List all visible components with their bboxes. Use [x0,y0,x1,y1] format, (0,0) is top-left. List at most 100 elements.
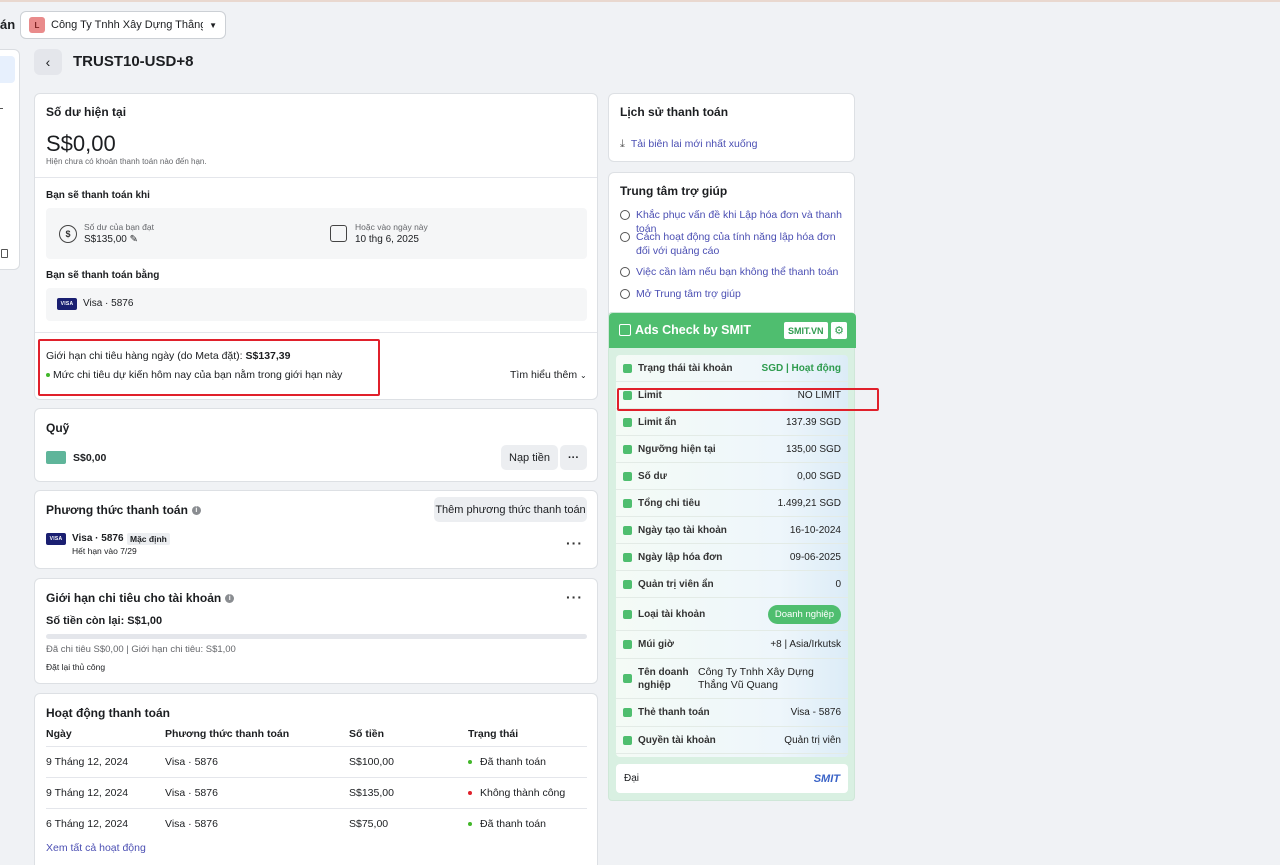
info-icon[interactable]: i [191,506,201,516]
sidebar-selected-item[interactable] [0,56,15,83]
smit-row-icon [623,552,632,562]
funds-amount: S$0,00 [73,452,107,464]
help-center-card: Trung tâm trợ giúp Khắc phục vấn đề khi … [608,172,855,317]
help-item-cannot-pay[interactable]: Việc cần làm nếu bạn không thể thanh toá… [620,265,838,279]
column-header-date: Ngày [46,728,72,740]
threshold-amount: S$135,00 [84,234,127,245]
learn-more-label: Tìm hiểu thêm [510,369,578,381]
back-button[interactable]: ‹ [34,49,62,75]
gear-icon [620,232,630,242]
smit-row-label: Tên doanh nghiệp [638,666,689,691]
card-expiry: Hết hạn vào 7/29 [72,546,137,556]
pay-when-title: Bạn sẽ thanh toán khi [46,190,150,201]
funds-more-button[interactable]: ··· [560,445,587,470]
column-header-amount: Số tiền [349,728,385,740]
smit-row: Ngày lập hóa đơn 09-06-2025 [616,544,848,571]
page-title: TRUST10-USD+8 [73,53,194,70]
smit-site-badge[interactable]: SMIT.VN [784,322,828,339]
spend-remaining: Số tiền còn lại: S$1,00 [46,615,163,627]
smit-row-value: Visa - 5876 [790,707,841,718]
row-method: Visa · 5876 [165,808,349,839]
row-status-label: Đã thanh toán [480,818,546,830]
visa-icon: VISA [46,533,66,545]
smit-row-label: Ngưỡng hiện tại [638,443,716,455]
smit-row: Ngày tạo tài khoản 16-10-2024 [616,517,848,544]
history-card: Lịch sử thanh toán ⤓ Tải biên lai mới nhấ… [608,93,855,162]
threshold-label: Số dư của bạn đạt [84,222,154,232]
smit-footer-label: Đại [624,773,640,784]
smit-row: Limit NO LIMIT [616,382,848,409]
row-status: Không thành công [468,777,587,809]
row-date: 9 Tháng 12, 2024 [46,777,165,809]
date-value: 10 thg 6, 2025 [355,234,419,245]
card-name: Visa · 5876 [72,533,124,544]
help-item-open-help-center[interactable]: Mở Trung tâm trợ giúp [620,287,741,301]
table-header-row: Ngày Phương thức thanh toán Số tiền Trạn… [46,728,587,747]
learn-more-link[interactable]: Tìm hiểu thêm ⌄ [510,369,587,381]
smit-row: Loại tài khoản Doanh nghiệp [616,598,848,631]
smit-row-icon [623,498,632,508]
smit-row-icon [623,708,632,717]
row-status: Đã thanh toán [468,746,587,778]
smit-row-icon [623,609,632,619]
balance-title: Số dư hiện tại [46,105,127,119]
row-date: 6 Tháng 12, 2024 [46,808,165,839]
download-receipt-link[interactable]: ⤓ Tải biên lai mới nhất xuống [620,137,757,151]
info-icon[interactable]: i [225,594,235,604]
divider [35,177,597,178]
smit-footer: Đại SMIT [616,764,848,793]
smit-row-label: Số dư [638,470,667,482]
smit-row-label: Ngày lập hóa đơn [638,551,723,563]
default-badge: Mặc định [127,533,170,545]
date-label: Hoặc vào ngày này [355,222,428,232]
add-payment-method-button[interactable]: Thêm phương thức thanh toán [434,497,587,522]
dollar-icon: $ [59,225,77,243]
smit-row-label: Trạng thái tài khoản [638,362,733,374]
status-dot [468,822,472,827]
smit-row: Thẻ thanh toán Visa - 5876 [616,699,848,727]
smit-row-label: Limit [638,389,662,401]
sidebar-collapse-icon[interactable] [1,249,8,258]
spend-limit-card: Giới hạn chi tiêu cho tài khoản i ··· Số … [34,578,598,684]
sidebar-title-fragment: án [0,17,16,32]
company-selector[interactable]: L Công Ty Tnhh Xây Dựng Thắng V... ▼ [20,11,226,39]
add-funds-button[interactable]: Nạp tiền [501,445,558,470]
smit-row-icon [623,735,632,745]
column-header-status: Trạng thái [468,728,519,740]
smit-row: Số dư 0,00 SGD [616,463,848,490]
smit-row-value: 135,00 SGD [785,443,841,455]
download-receipt-label: Tải biên lai mới nhất xuống [630,138,758,150]
row-amount: S$135,00 [349,777,468,809]
smit-row-value: 0 [835,578,841,590]
spend-limit-more-button[interactable]: ··· [566,589,583,605]
gear-icon[interactable]: ⚙ [831,322,847,339]
wrench-icon [620,210,630,220]
smit-row-value: SGD | Hoạt động [761,362,841,374]
divider [35,332,597,333]
smit-row-value: 16-10-2024 [789,524,841,536]
table-row: 9 Tháng 12, 2024 Visa · 5876 S$135,00 Không… [46,777,587,809]
smit-row: Tên doanh nghiệp Công Ty Tnhh Xây Dựng Th… [616,659,848,699]
row-status-label: Đã thanh toán [480,756,546,768]
sidebar-item-mark [0,108,3,109]
table-row: 6 Tháng 12, 2024 Visa · 5876 S$75,00 Đã tha… [46,808,587,839]
smit-row-value: NO LIMIT [797,389,841,401]
pay-when-box: $ Số dư của bạn đạt S$135,00 ✎ Hoặc vào … [46,208,587,259]
spend-progress-bar [46,634,587,639]
see-all-activity-link[interactable]: Xem tất cả hoạt động [46,842,146,854]
smit-row-icon [623,674,632,683]
smit-row: Limit ẩn 137.39 SGD [616,409,848,436]
reset-link[interactable]: Đặt lại thủ công [46,662,105,672]
smit-row-value: 0,00 SGD [797,470,841,482]
row-method: Visa · 5876 [165,746,349,778]
pencil-icon[interactable]: ✎ [130,234,138,245]
balance-subtitle: Hiện chưa có khoản thanh toán nào đến hạ… [46,157,207,166]
smit-row-icon [623,640,632,649]
help-item-how-billing-works[interactable]: Cách hoạt động của tính năng lập hóa đơn… [620,230,845,258]
payment-methods-title-text: Phương thức thanh toán [46,503,188,517]
calendar-icon [330,225,347,242]
account-type-pill: Doanh nghiệp [767,604,841,624]
card-more-button[interactable]: ··· [566,535,583,551]
status-dot [468,791,472,796]
pay-with-title: Bạn sẽ thanh toán bằng [46,270,160,281]
